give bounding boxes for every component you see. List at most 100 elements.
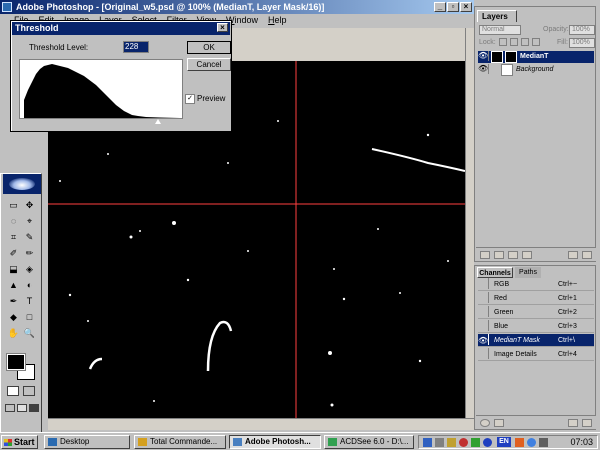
vertical-scrollbar[interactable] (465, 28, 474, 418)
opacity-input[interactable]: 100% (569, 25, 595, 35)
eye-icon[interactable]: 👁 (478, 51, 489, 61)
marquee-tool-icon[interactable]: ▭ (7, 200, 20, 210)
monitor-icon[interactable] (435, 438, 444, 447)
threshold-level-label: Threshold Level: (29, 43, 89, 52)
channel-row-rgb[interactable]: RGB Ctrl+~ (478, 278, 594, 291)
lock-transparency-icon[interactable] (499, 38, 507, 46)
trash-icon[interactable] (582, 251, 592, 259)
healing-brush-icon[interactable]: ✐ (7, 248, 20, 258)
layers-tab[interactable]: Layers (477, 10, 517, 22)
threshold-slider-handle[interactable] (155, 119, 161, 124)
layer-style-icon[interactable] (480, 251, 490, 259)
screen-mode-icon[interactable] (5, 404, 15, 412)
eye-icon[interactable]: 👁 (478, 334, 489, 345)
threshold-level-input[interactable]: 228 (123, 41, 149, 53)
language-indicator[interactable]: EN (497, 437, 511, 447)
antivirus-icon[interactable] (459, 438, 468, 447)
layer-mask-thumbnail[interactable] (505, 51, 517, 63)
connection-icon[interactable] (471, 438, 480, 447)
crop-tool-icon[interactable]: ⌗ (7, 232, 20, 242)
preview-checkbox[interactable]: ✓ (185, 94, 195, 104)
pen-tool-icon[interactable]: ✒ (7, 296, 20, 306)
restore-button[interactable]: ▫ (447, 2, 459, 12)
foreground-color-swatch[interactable] (6, 353, 26, 371)
photoshop-app-icon[interactable] (2, 2, 12, 12)
save-selection-icon[interactable] (494, 419, 504, 427)
histogram-shape (24, 64, 180, 118)
channel-row-mediant-mask[interactable]: 👁 MedianT Mask Ctrl+\ (478, 334, 594, 347)
layer-row-background[interactable]: 👁 Background (478, 64, 594, 76)
new-layer-icon[interactable] (568, 251, 578, 259)
task-desktop[interactable]: Desktop (44, 435, 130, 449)
eye-icon[interactable] (478, 306, 489, 317)
adjustment-layer-icon[interactable] (522, 251, 532, 259)
photoshop-feather-icon[interactable] (9, 178, 35, 190)
hand-tool-icon[interactable]: ✋ (7, 328, 20, 338)
start-button[interactable]: Start (1, 435, 38, 449)
task-total-commander[interactable]: Total Commande... (134, 435, 226, 449)
task-acdsee[interactable]: ACDSee 6.0 - D:\... (324, 435, 414, 449)
horizontal-scrollbar[interactable] (48, 418, 474, 430)
clock[interactable]: 07:03 (570, 436, 593, 448)
magic-wand-icon[interactable]: ⌖ (23, 216, 36, 226)
close-button[interactable]: × (460, 2, 472, 12)
zoom-tool-icon[interactable]: 🔍 (23, 328, 36, 338)
lock-all-icon[interactable] (532, 38, 540, 46)
ok-button[interactable]: OK (187, 41, 231, 54)
layer-row-mediant[interactable]: 👁 MedianT (478, 51, 594, 63)
channel-row-image-details[interactable]: Image Details Ctrl+4 (478, 348, 594, 361)
threshold-dialog-title-bar[interactable]: Threshold (12, 22, 230, 35)
window-title-bar[interactable]: Adobe Photoshop - [Original_w5.psd @ 100… (0, 0, 474, 14)
eye-icon[interactable] (478, 292, 489, 303)
app-tray-icon[interactable] (447, 438, 456, 447)
channel-shortcut: Ctrl+~ (558, 281, 578, 288)
add-mask-icon[interactable] (494, 251, 504, 259)
cancel-button[interactable]: Cancel (187, 58, 231, 71)
preview-option[interactable]: ✓ Preview (185, 94, 225, 104)
eye-icon[interactable] (478, 320, 489, 331)
load-selection-icon[interactable] (480, 419, 490, 427)
type-tool-icon[interactable]: T (23, 296, 36, 306)
tray-globe-icon[interactable] (527, 438, 536, 447)
lock-pixels-icon[interactable] (510, 38, 518, 46)
path-select-icon[interactable]: ◆ (7, 312, 20, 322)
minimize-button[interactable]: _ (434, 2, 446, 12)
shape-tool-icon[interactable]: □ (23, 312, 36, 322)
eye-icon[interactable] (478, 348, 489, 359)
histogram-graph (24, 64, 180, 118)
brush-tool-icon[interactable]: ✏ (23, 248, 36, 258)
lasso-tool-icon[interactable]: ◌ (7, 216, 20, 226)
channel-row-red[interactable]: Red Ctrl+1 (478, 292, 594, 305)
volume-icon[interactable] (483, 438, 492, 447)
eye-icon[interactable]: 👁 (478, 64, 489, 74)
tray-app-icon[interactable] (515, 438, 524, 447)
menu-help[interactable]: Help (263, 14, 292, 27)
fill-input[interactable]: 100% (569, 38, 595, 48)
gradient-tool-icon[interactable]: ◐ (23, 280, 36, 290)
screen-mode-black-icon[interactable] (29, 404, 39, 412)
new-channel-icon[interactable] (568, 419, 578, 427)
quick-mask-icon[interactable] (23, 386, 35, 396)
windows-logo-icon (4, 439, 12, 446)
channel-row-green[interactable]: Green Ctrl+2 (478, 306, 594, 319)
lock-position-icon[interactable] (521, 38, 529, 46)
eraser-tool-icon[interactable]: ▲ (7, 280, 20, 290)
dialog-close-button[interactable]: × (217, 23, 228, 32)
slice-tool-icon[interactable]: ✎ (23, 232, 36, 242)
task-photoshop[interactable]: Adobe Photosh... (229, 435, 321, 449)
channel-row-blue[interactable]: Blue Ctrl+3 (478, 320, 594, 333)
new-set-icon[interactable] (508, 251, 518, 259)
white-fiber (206, 320, 233, 372)
channels-tab[interactable]: Channels (477, 267, 513, 278)
network-icon[interactable] (423, 438, 432, 447)
clone-stamp-icon[interactable]: ⬓ (7, 264, 20, 274)
screen-mode-full-icon[interactable] (17, 404, 27, 412)
history-brush-icon[interactable]: ◈ (23, 264, 36, 274)
paths-tab[interactable]: Paths (515, 267, 541, 278)
move-tool-icon[interactable]: ✥ (23, 200, 36, 210)
trash-icon[interactable] (582, 419, 592, 427)
standard-mode-icon[interactable] (7, 386, 19, 396)
blend-mode-select[interactable]: Normal (479, 25, 521, 35)
tray-misc-icon[interactable] (539, 438, 548, 447)
eye-icon[interactable] (478, 278, 489, 289)
